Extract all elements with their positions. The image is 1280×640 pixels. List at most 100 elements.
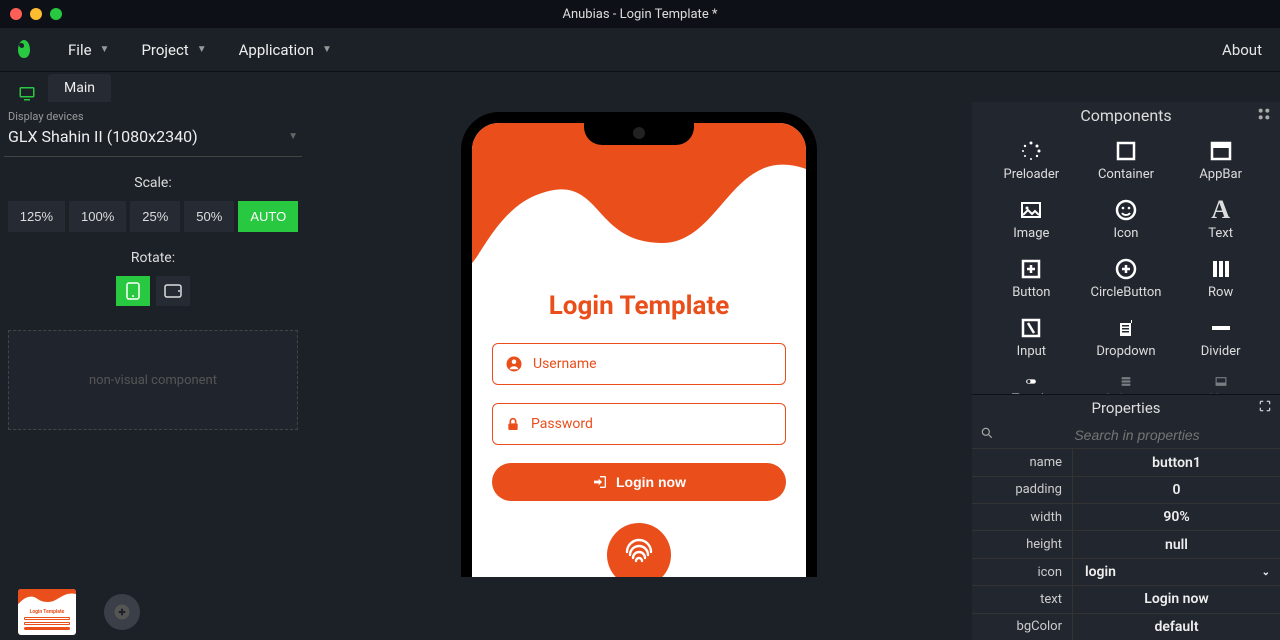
- properties-header: Properties: [972, 394, 1280, 421]
- close-window-button[interactable]: [10, 8, 22, 20]
- circlebutton-icon: [1114, 257, 1138, 281]
- maximize-window-button[interactable]: [50, 8, 62, 20]
- password-input[interactable]: Password: [492, 403, 786, 445]
- button-icon: [1019, 257, 1043, 281]
- canvas-area[interactable]: Login Template Username Password Login n…: [306, 102, 972, 640]
- column-icon: [1114, 375, 1138, 388]
- menubar: File▼ Project▼ Application▼ About: [0, 28, 1280, 72]
- divider-icon: [1209, 316, 1233, 340]
- comp-nav[interactable]: Nav: [1173, 371, 1268, 393]
- scale-125-button[interactable]: 125%: [8, 201, 65, 232]
- search-icon: [980, 426, 994, 444]
- expand-icon[interactable]: [1258, 399, 1272, 417]
- comp-appbar[interactable]: AppBar: [1173, 135, 1268, 190]
- prop-height-value[interactable]: null: [1072, 531, 1280, 557]
- prop-bgcolor-label: bgColor: [972, 614, 1072, 640]
- image-icon: [1019, 198, 1043, 222]
- prop-padding-value[interactable]: 0: [1072, 477, 1280, 503]
- prop-height-label: height: [972, 531, 1072, 557]
- comp-container[interactable]: Container: [1079, 135, 1174, 190]
- smiley-icon: [1114, 198, 1138, 222]
- properties-search-input[interactable]: [1002, 427, 1272, 443]
- chevron-down-icon: ▼: [100, 44, 110, 55]
- prop-name-label: name: [972, 449, 1072, 475]
- phone-portrait-icon: [126, 282, 140, 300]
- comp-preloader[interactable]: Preloader: [984, 135, 1079, 190]
- fingerprint-button[interactable]: [607, 523, 671, 577]
- properties-search-row: [972, 421, 1280, 448]
- comp-row[interactable]: Row: [1173, 253, 1268, 308]
- chevron-down-icon: ▼: [288, 131, 298, 142]
- scale-label: Scale:: [4, 175, 302, 191]
- components-header: Components: [972, 102, 1280, 129]
- phone-landscape-icon: [164, 284, 182, 298]
- toggle-icon: [1019, 375, 1043, 388]
- menu-about[interactable]: About: [1216, 35, 1268, 65]
- scale-100-button[interactable]: 100%: [69, 201, 126, 232]
- tab-main[interactable]: Main: [48, 74, 111, 102]
- chevron-down-icon: ⌄: [1262, 567, 1270, 578]
- prop-text-value[interactable]: Login now: [1072, 586, 1280, 612]
- menu-application[interactable]: Application▼: [225, 35, 346, 65]
- menu-project[interactable]: Project▼: [127, 35, 220, 65]
- comp-text[interactable]: AText: [1173, 194, 1268, 249]
- phone-notch: [584, 121, 694, 145]
- tabbar: Main: [0, 72, 1280, 102]
- comp-input[interactable]: Input: [984, 312, 1079, 367]
- menu-file[interactable]: File▼: [54, 35, 123, 65]
- comp-button[interactable]: Button: [984, 253, 1079, 308]
- preloader-icon: [1019, 139, 1043, 163]
- appbar-icon: [1209, 139, 1233, 163]
- comp-dropdown[interactable]: Dropdown: [1079, 312, 1174, 367]
- comp-circlebutton[interactable]: CircleButton: [1079, 253, 1174, 308]
- comp-image[interactable]: Image: [984, 194, 1079, 249]
- prop-width-label: width: [972, 504, 1072, 530]
- text-icon: A: [1211, 198, 1230, 222]
- prop-padding-label: padding: [972, 477, 1072, 503]
- page-thumbnail[interactable]: ✕ Login Template: [18, 589, 76, 635]
- wave-decoration: [18, 589, 76, 605]
- page-thumbnails: ✕ Login Template: [0, 584, 972, 640]
- scale-auto-button[interactable]: AUTO: [238, 201, 298, 232]
- phone-preview: Login Template Username Password Login n…: [461, 112, 817, 577]
- plus-icon: [112, 602, 132, 622]
- rotate-landscape-button[interactable]: [156, 276, 190, 306]
- app-logo: [12, 38, 36, 62]
- lock-icon: [505, 415, 521, 433]
- login-button[interactable]: Login now: [492, 463, 786, 501]
- nonvisual-dropzone[interactable]: non-visual component: [8, 330, 298, 430]
- scale-25-button[interactable]: 25%: [130, 201, 180, 232]
- scale-50-button[interactable]: 50%: [184, 201, 234, 232]
- input-icon: [1019, 316, 1043, 340]
- prop-width-value[interactable]: 90%: [1072, 504, 1280, 530]
- prop-bgcolor-value[interactable]: default: [1072, 614, 1280, 640]
- username-input[interactable]: Username: [492, 343, 786, 385]
- comp-toggle[interactable]: Toggle: [984, 371, 1079, 393]
- nav-icon: [1209, 375, 1233, 388]
- window-title: Anubias - Login Template *: [562, 7, 717, 22]
- right-panel: Components Preloader Container AppBar Im…: [972, 102, 1280, 640]
- traffic-lights: [10, 8, 62, 20]
- login-title[interactable]: Login Template: [549, 291, 730, 321]
- chevron-down-icon: ▼: [322, 44, 332, 55]
- comp-divider[interactable]: Divider: [1173, 312, 1268, 367]
- comp-column[interactable]: Column: [1079, 371, 1174, 393]
- device-select[interactable]: GLX Shahin II (1080x2340) ▼: [4, 123, 302, 157]
- prop-icon-label: icon: [972, 559, 1072, 585]
- display-devices-label: Display devices: [4, 110, 302, 123]
- screen-icon: [18, 84, 36, 102]
- dropdown-icon: [1114, 316, 1138, 340]
- prop-name-value[interactable]: button1: [1072, 449, 1280, 475]
- chevron-down-icon: ▼: [197, 44, 207, 55]
- close-icon[interactable]: ✕: [18, 589, 23, 600]
- prop-icon-value[interactable]: login⌄: [1072, 559, 1280, 585]
- wave-decoration: [472, 123, 806, 273]
- minimize-window-button[interactable]: [30, 8, 42, 20]
- rotate-portrait-button[interactable]: [116, 276, 150, 306]
- add-page-button[interactable]: [104, 594, 140, 630]
- left-panel: Display devices GLX Shahin II (1080x2340…: [0, 102, 306, 640]
- fingerprint-icon: [621, 537, 657, 573]
- components-settings-icon[interactable]: [1256, 106, 1272, 126]
- comp-icon[interactable]: Icon: [1079, 194, 1174, 249]
- login-icon: [592, 474, 608, 490]
